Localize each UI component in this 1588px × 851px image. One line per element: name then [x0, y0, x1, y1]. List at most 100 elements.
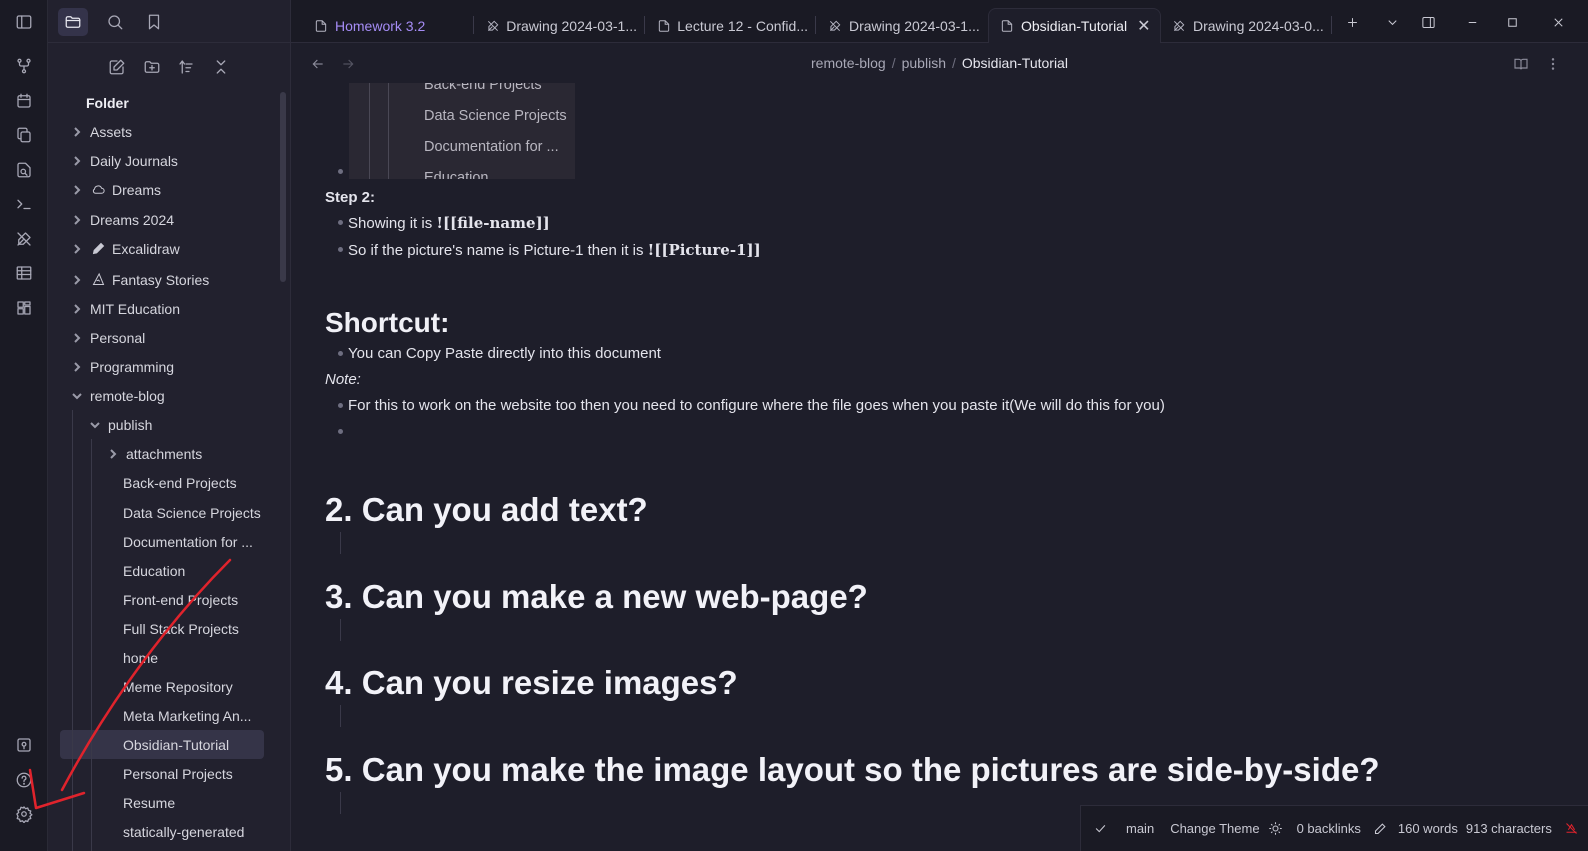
settings-icon[interactable] — [12, 802, 36, 826]
sidebar-item[interactable]: Full Stack Projects — [48, 614, 280, 643]
chevron-right-icon[interactable] — [70, 183, 84, 197]
editor-content[interactable]: Back-end Projects Data Science Projects … — [291, 83, 1588, 851]
sync-error-icon[interactable] — [1564, 821, 1579, 836]
vault-icon[interactable] — [12, 733, 36, 757]
chevron-right-icon[interactable] — [70, 302, 84, 316]
sidebar-item[interactable]: Meme Repository — [48, 672, 280, 701]
tree-guide-line — [72, 410, 73, 851]
collapse-all-icon[interactable] — [208, 55, 234, 79]
sidebar-item[interactable]: Fantasy Stories — [48, 265, 280, 294]
sidebar-item[interactable]: Meta Marketing An... — [48, 701, 280, 730]
embed-text: Documentation for ... — [424, 139, 559, 155]
sidebar-item[interactable]: home — [48, 643, 280, 672]
chevron-right-icon[interactable] — [70, 331, 84, 345]
sidebar-item[interactable]: Back-end Projects — [48, 468, 280, 497]
tab-separator — [644, 16, 645, 34]
minimize-icon[interactable] — [1460, 10, 1484, 34]
embed-text: Data Science Projects — [424, 108, 567, 124]
tab-bar: Homework 3.2 Drawing 2024-03-1... Lectur… — [291, 0, 1588, 43]
backlinks-count[interactable]: 0 backlinks — [1297, 821, 1361, 836]
file-icon — [656, 18, 671, 34]
sidebar-scrollbar[interactable] — [280, 92, 286, 282]
excalidraw-icon — [827, 18, 843, 34]
shortcut-heading: Shortcut: — [325, 307, 450, 338]
bookmark-icon[interactable] — [139, 8, 169, 36]
sun-icon[interactable] — [1268, 821, 1283, 836]
tab-lecture-12[interactable]: Lecture 12 - Confid... — [646, 8, 808, 43]
sync-check-icon[interactable] — [1093, 821, 1108, 836]
close-window-icon[interactable] — [1546, 10, 1570, 34]
sidebar-toggle-icon[interactable] — [12, 10, 36, 34]
pencil-icon[interactable] — [1373, 821, 1388, 836]
calendar-icon[interactable] — [12, 89, 36, 113]
tab-drawing-1[interactable]: Drawing 2024-03-1... — [475, 8, 637, 43]
sidebar-item[interactable]: Dreams — [48, 175, 280, 204]
embed-syntax: ![[file-name]] — [436, 214, 550, 232]
bullet-marker — [338, 220, 343, 225]
sidebar-item[interactable]: statically-generated — [48, 817, 280, 846]
sort-icon[interactable] — [173, 55, 199, 79]
more-options-icon[interactable] — [1542, 53, 1564, 75]
breadcrumb-publish[interactable]: publish — [902, 55, 946, 71]
chevron-right-icon[interactable] — [70, 360, 84, 374]
sidebar-item[interactable]: publish — [48, 410, 280, 439]
chevron-down-icon[interactable] — [70, 389, 84, 403]
sidebar-item[interactable]: Documentation for ... — [48, 527, 280, 556]
file-search-icon[interactable] — [12, 158, 36, 182]
copy-icon[interactable] — [12, 123, 36, 147]
chevron-right-icon[interactable] — [106, 447, 120, 461]
sidebar-item[interactable]: Education — [48, 556, 280, 585]
sidebar-item[interactable]: Personal Projects — [48, 759, 280, 788]
sidebar-item[interactable]: Front-end Projects — [48, 585, 280, 614]
sidebar-item[interactable]: Excalidraw — [48, 234, 280, 263]
bullet-marker — [338, 247, 343, 252]
tab-obsidian-tutorial[interactable]: Obsidian-Tutorial ✕ — [988, 8, 1161, 43]
chevron-right-icon[interactable] — [70, 154, 84, 168]
chevron-right-icon[interactable] — [70, 125, 84, 139]
folder-icon[interactable] — [58, 8, 88, 36]
search-icon[interactable] — [100, 8, 130, 36]
tab-homework[interactable]: Homework 3.2 — [303, 8, 463, 43]
sidebar-item[interactable]: MIT Education — [48, 294, 280, 323]
chevron-right-icon[interactable] — [70, 273, 84, 287]
sidebar-item[interactable]: Data Science Projects — [48, 498, 280, 527]
excalidraw-icon[interactable] — [12, 227, 36, 251]
help-icon[interactable] — [12, 768, 36, 792]
tab-drawing-3[interactable]: Drawing 2024-03-0... — [1161, 8, 1331, 43]
graph-icon[interactable] — [12, 54, 36, 78]
tab-drawing-2[interactable]: Drawing 2024-03-1... — [817, 8, 981, 43]
sidebar-item-label: Documentation for ... — [123, 533, 253, 550]
tab-list-chevron-down-icon[interactable] — [1380, 10, 1404, 34]
new-note-icon[interactable] — [104, 55, 130, 79]
new-tab-icon[interactable] — [1340, 10, 1364, 34]
file-icon — [999, 18, 1015, 34]
chevron-down-icon[interactable] — [88, 418, 102, 432]
right-sidebar-toggle-icon[interactable] — [1416, 10, 1440, 34]
sidebar-item[interactable]: Resume — [48, 788, 280, 817]
sidebar-item[interactable]: Assets — [48, 117, 280, 146]
dashboard-icon[interactable] — [12, 296, 36, 320]
terminal-icon[interactable] — [12, 192, 36, 216]
new-folder-icon[interactable] — [139, 55, 165, 79]
chevron-right-icon[interactable] — [70, 242, 84, 256]
change-theme-button[interactable]: Change Theme — [1170, 821, 1259, 836]
sidebar-item-label: Excalidraw — [112, 240, 180, 257]
sidebar-item[interactable]: remote-blog — [48, 381, 280, 410]
sidebar-item[interactable]: Personal — [48, 323, 280, 352]
sidebar-item[interactable]: attachments — [48, 439, 280, 468]
maximize-icon[interactable] — [1500, 10, 1524, 34]
sidebar-item[interactable]: Daily Journals — [48, 146, 280, 175]
sidebar-item-label: home — [123, 649, 159, 666]
indent-guide — [340, 705, 341, 727]
sidebar-item-label: Education — [123, 562, 186, 579]
git-branch[interactable]: main — [1126, 821, 1154, 836]
chevron-right-icon[interactable] — [70, 213, 84, 227]
close-icon[interactable]: ✕ — [1137, 16, 1150, 36]
sidebar-item[interactable]: Dreams 2024 — [48, 205, 280, 234]
table-icon[interactable] — [12, 261, 36, 285]
embed-guide-line — [388, 83, 389, 179]
breadcrumb-current[interactable]: Obsidian-Tutorial — [962, 55, 1068, 71]
sidebar-item[interactable]: Programming — [48, 352, 280, 381]
reading-view-book-icon[interactable] — [1510, 53, 1532, 75]
breadcrumb-remote-blog[interactable]: remote-blog — [811, 55, 886, 71]
